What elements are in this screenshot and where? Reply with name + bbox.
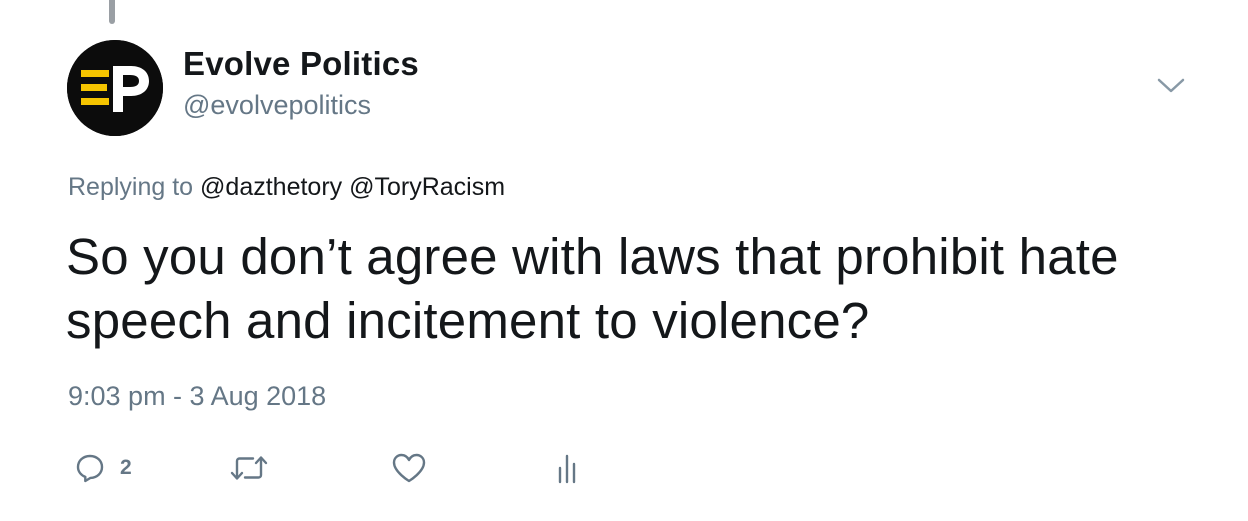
tweet-menu-button[interactable] <box>1154 70 1188 100</box>
tweet-actions-bar: 2 <box>0 440 1248 496</box>
retweet-button[interactable] <box>229 448 269 488</box>
mention-link[interactable]: @dazthetory <box>200 173 342 201</box>
author-display-name[interactable]: Evolve Politics <box>183 45 419 83</box>
author-handle[interactable]: @evolvepolitics <box>183 90 371 121</box>
analytics-icon <box>558 454 576 484</box>
replying-to-line: Replying to @dazthetory @ToryRacism <box>68 173 505 202</box>
mention-link[interactable]: @ToryRacism <box>349 173 505 201</box>
avatar-logo <box>67 40 163 136</box>
analytics-button[interactable] <box>556 448 584 488</box>
reply-count: 2 <box>120 456 132 479</box>
reply-icon <box>76 454 104 483</box>
heart-icon <box>392 453 426 483</box>
tweet-timestamp[interactable]: 9:03 pm - 3 Aug 2018 <box>68 381 326 412</box>
thread-connector-line <box>109 0 115 24</box>
reply-button[interactable]: 2 <box>74 448 132 488</box>
tweet-text: So you don’t agree with laws that prohib… <box>66 228 1119 349</box>
like-button[interactable] <box>391 448 427 488</box>
avatar[interactable] <box>67 40 163 136</box>
retweet-icon <box>230 456 268 480</box>
replying-to-label: Replying to <box>68 173 194 201</box>
chevron-down-icon <box>1157 78 1185 93</box>
